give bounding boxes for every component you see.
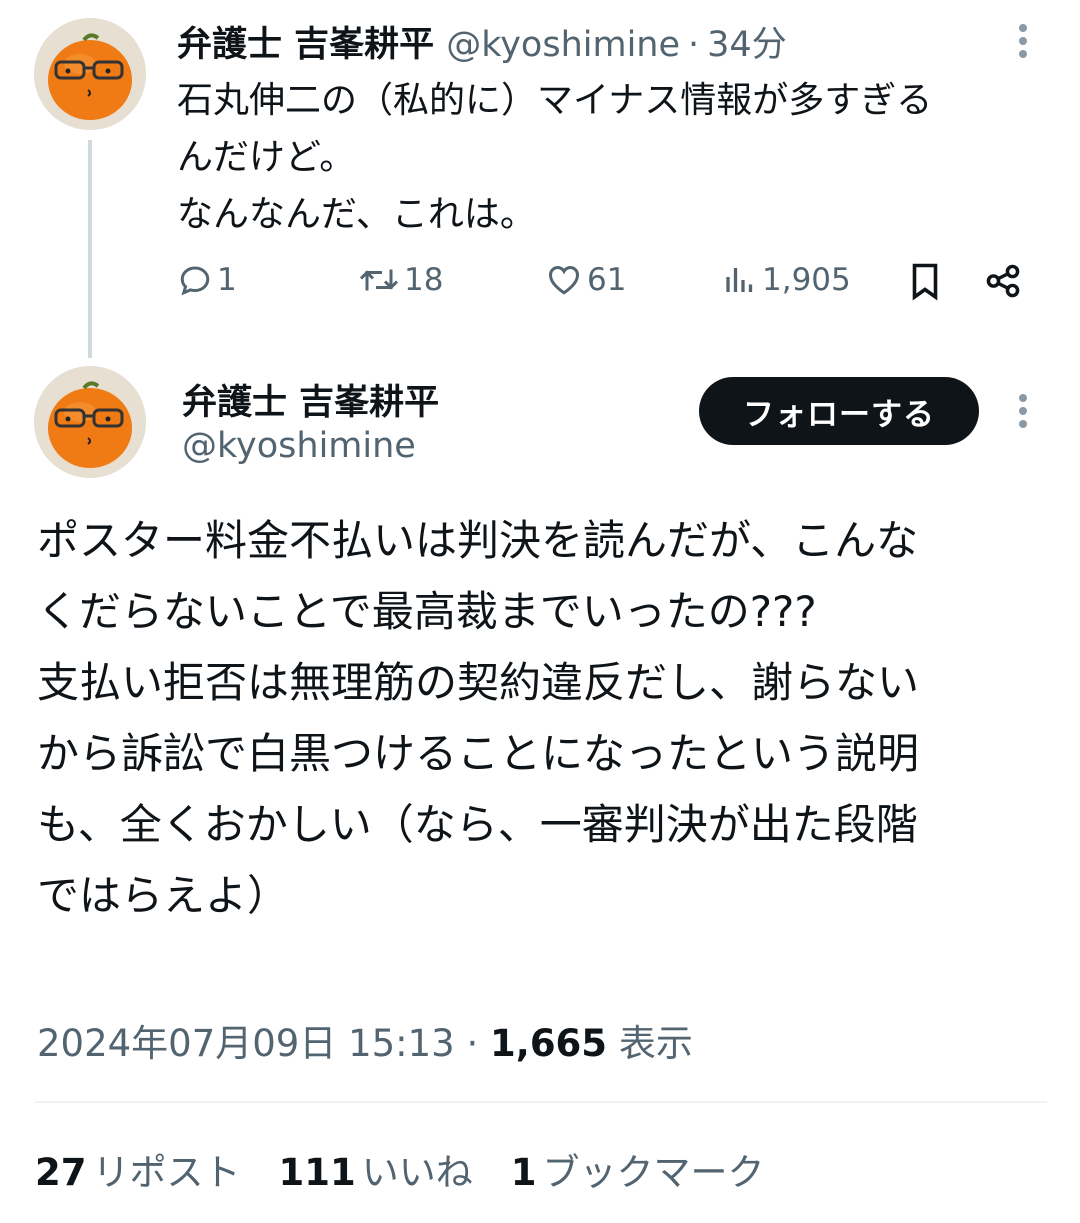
- bookmarks-stat[interactable]: 1 ブックマーク: [511, 1142, 765, 1196]
- post-date[interactable]: 2024年07月09日 15:13: [37, 1022, 455, 1065]
- views-button[interactable]: 1,905: [722, 262, 851, 298]
- follow-button[interactable]: フォローする: [699, 377, 979, 445]
- views-count: 1,665: [490, 1022, 608, 1065]
- reply-button[interactable]: 1: [177, 262, 237, 298]
- views-label: 表示: [618, 1022, 693, 1065]
- like-button[interactable]: 61: [545, 262, 626, 298]
- separator: ·: [688, 25, 700, 65]
- heart-icon: [549, 266, 579, 295]
- reposts-label: リポスト: [92, 1151, 241, 1194]
- bookmark-icon: [912, 263, 938, 301]
- tweet-text-line: 支払い拒否は無理筋の契約違反だし、謝らない: [37, 658, 920, 707]
- avatar[interactable]: [34, 366, 146, 478]
- thread-line: [88, 140, 92, 358]
- timestamp[interactable]: 34分: [707, 16, 787, 67]
- handle[interactable]: @kyoshimine: [182, 426, 416, 466]
- more-vertical-icon[interactable]: [1012, 392, 1034, 434]
- repost-button[interactable]: 18: [358, 262, 443, 298]
- bookmarks-count: 1: [510, 1151, 537, 1194]
- views-count: 1,905: [762, 262, 851, 298]
- tweet-text-line: なんなんだ、これは。: [177, 194, 536, 235]
- tweet-text-line: くだらないことで最高裁までいったの???: [37, 587, 817, 636]
- like-count: 61: [587, 262, 627, 298]
- more-vertical-icon[interactable]: [1012, 22, 1034, 64]
- tweet-text: ポスター料金不払いは判決を読んだが、こんな くだらないことで最高裁までいったの?…: [37, 505, 1047, 931]
- tweet-text-line: ポスター料金不払いは判決を読んだが、こんな: [37, 516, 919, 565]
- tweet-header: 弁護士 吉峯耕平 @kyoshimine · 34分: [177, 16, 787, 67]
- likes-count: 111: [278, 1151, 356, 1194]
- tweet-text-line: 石丸伸二の（私的に）マイナス情報が多すぎる: [177, 80, 933, 121]
- share-button[interactable]: [984, 262, 1022, 300]
- avatar[interactable]: [34, 18, 146, 130]
- repost-icon: [359, 269, 399, 291]
- tweet-text-line: から訴訟で白黒つけることになったという説明: [37, 729, 920, 778]
- repost-count: 18: [404, 262, 444, 298]
- tweet-text-line: んだけど。: [177, 137, 356, 178]
- tweet-meta: 2024年07月09日 15:13 · 1,665 表示: [37, 1013, 693, 1067]
- display-name[interactable]: 弁護士 吉峯耕平: [182, 374, 439, 425]
- bookmark-button[interactable]: [907, 262, 943, 302]
- tweet-text-line: も、全くおかしい（なら、一審判決が出た段階: [37, 800, 918, 849]
- reposts-stat[interactable]: 27 リポスト: [35, 1142, 241, 1196]
- separator: ·: [466, 1022, 479, 1065]
- views-icon: [726, 268, 753, 292]
- tweet-text: 石丸伸二の（私的に）マイナス情報が多すぎる んだけど。 なんなんだ、これは。: [177, 72, 1037, 243]
- display-name[interactable]: 弁護士 吉峯耕平: [177, 16, 434, 67]
- reply-icon: [180, 266, 210, 296]
- reposts-count: 27: [35, 1151, 87, 1194]
- handle[interactable]: @kyoshimine: [446, 25, 680, 65]
- divider: [35, 1101, 1047, 1103]
- likes-label: いいね: [361, 1151, 473, 1194]
- tweet-text-line: ではらえよ）: [37, 871, 290, 920]
- reply-count: 1: [217, 262, 237, 298]
- bookmarks-label: ブックマーク: [542, 1151, 765, 1194]
- share-icon: [986, 264, 1020, 298]
- likes-stat[interactable]: 111 いいね: [279, 1142, 473, 1196]
- engagement-stats: 27 リポスト 111 いいね 1 ブックマーク: [35, 1142, 802, 1196]
